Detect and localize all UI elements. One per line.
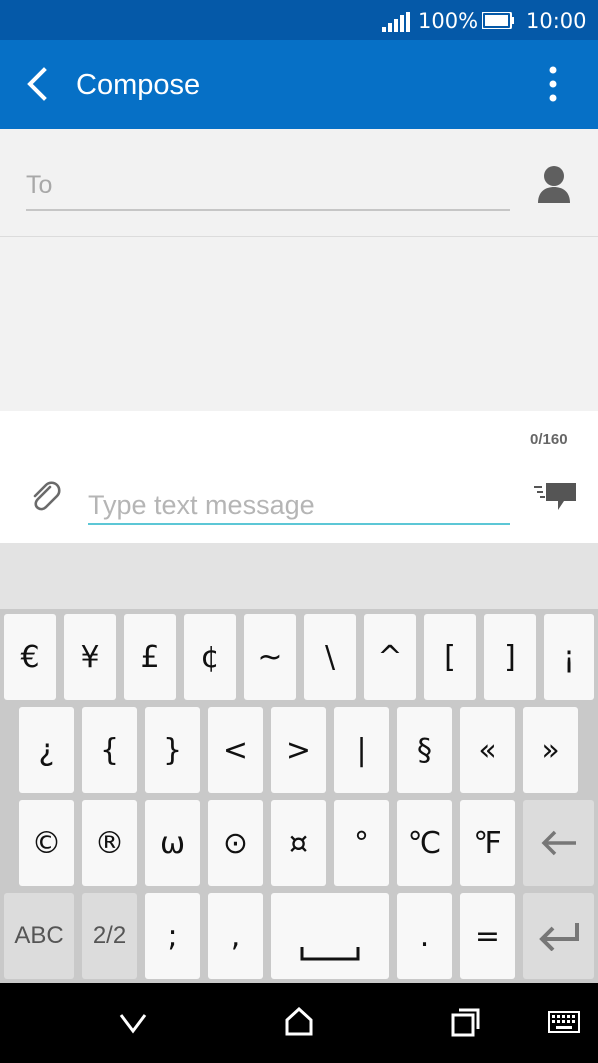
key-pound[interactable]: £ bbox=[124, 614, 176, 700]
clock: 10:00 bbox=[526, 9, 587, 33]
battery-icon bbox=[482, 12, 514, 29]
key-caret[interactable]: ^ bbox=[364, 614, 416, 700]
compose-area: To bbox=[0, 129, 598, 411]
key-currency-sign[interactable]: ¤ bbox=[271, 800, 326, 886]
space-key[interactable] bbox=[271, 893, 389, 979]
message-composer: 0/160 Type text message bbox=[0, 411, 598, 543]
recipient-row: To bbox=[0, 129, 598, 237]
recents-icon[interactable] bbox=[451, 1007, 481, 1037]
key-pipe[interactable]: | bbox=[334, 707, 389, 793]
message-input[interactable]: Type text message bbox=[88, 487, 510, 525]
key-registered[interactable]: ® bbox=[82, 800, 137, 886]
key-cent[interactable]: ¢ bbox=[184, 614, 236, 700]
home-icon[interactable] bbox=[285, 1007, 313, 1037]
key-left-brace[interactable]: { bbox=[82, 707, 137, 793]
paperclip-icon[interactable] bbox=[28, 479, 62, 513]
key-equals[interactable]: = bbox=[460, 893, 515, 979]
key-tilde[interactable]: ~ bbox=[244, 614, 296, 700]
key-left-bracket[interactable]: [ bbox=[424, 614, 476, 700]
battery-percent: 100% bbox=[418, 9, 479, 33]
back-arrow-icon[interactable] bbox=[22, 66, 54, 102]
key-circled-dot[interactable]: ⊙ bbox=[208, 800, 263, 886]
recipient-input[interactable]: To bbox=[26, 165, 510, 211]
character-counter: 0/160 bbox=[530, 431, 568, 448]
key-euro[interactable]: € bbox=[4, 614, 56, 700]
key-period[interactable]: . bbox=[397, 893, 452, 979]
app-bar: Compose bbox=[0, 40, 598, 129]
person-icon[interactable] bbox=[536, 165, 572, 203]
enter-key[interactable] bbox=[523, 893, 594, 979]
key-copyright[interactable]: © bbox=[19, 800, 74, 886]
key-left-guillemet[interactable]: « bbox=[460, 707, 515, 793]
keyboard-icon[interactable] bbox=[548, 1011, 580, 1033]
backspace-icon bbox=[541, 830, 576, 856]
key-semicolon[interactable]: ; bbox=[145, 893, 200, 979]
backspace-key[interactable] bbox=[523, 800, 594, 886]
overflow-menu-icon[interactable] bbox=[538, 66, 568, 104]
signal-icon bbox=[382, 12, 410, 32]
send-icon[interactable] bbox=[534, 483, 578, 513]
status-bar: 100% 10:00 bbox=[0, 0, 598, 40]
key-inverted-question[interactable]: ¿ bbox=[19, 707, 74, 793]
abc-key[interactable]: ABC bbox=[4, 893, 74, 979]
key-omega[interactable]: ω bbox=[145, 800, 200, 886]
back-chevron-icon[interactable] bbox=[118, 1007, 148, 1037]
navigation-bar bbox=[0, 983, 598, 1063]
key-right-bracket[interactable]: ] bbox=[484, 614, 536, 700]
key-backslash[interactable]: \ bbox=[304, 614, 356, 700]
key-less-than[interactable]: < bbox=[208, 707, 263, 793]
key-greater-than[interactable]: > bbox=[271, 707, 326, 793]
key-inverted-exclamation[interactable]: ¡ bbox=[544, 614, 594, 700]
symbol-page-key[interactable]: 2/2 bbox=[82, 893, 137, 979]
space-icon bbox=[300, 947, 360, 961]
key-section[interactable]: § bbox=[397, 707, 452, 793]
key-yen[interactable]: ¥ bbox=[64, 614, 116, 700]
page-title: Compose bbox=[76, 69, 201, 101]
key-degree[interactable]: ° bbox=[334, 800, 389, 886]
keyboard-suggestion-strip bbox=[0, 543, 598, 609]
key-right-brace[interactable]: } bbox=[145, 707, 200, 793]
symbol-keyboard: € ¥ £ ¢ ~ \ ^ [ ] ¡ ¿ { } < > | § « » © … bbox=[0, 609, 598, 983]
enter-icon bbox=[538, 923, 579, 951]
key-celsius[interactable]: ℃ bbox=[397, 800, 452, 886]
key-right-guillemet[interactable]: » bbox=[523, 707, 578, 793]
key-comma[interactable]: , bbox=[208, 893, 263, 979]
key-fahrenheit[interactable]: ℉ bbox=[460, 800, 515, 886]
